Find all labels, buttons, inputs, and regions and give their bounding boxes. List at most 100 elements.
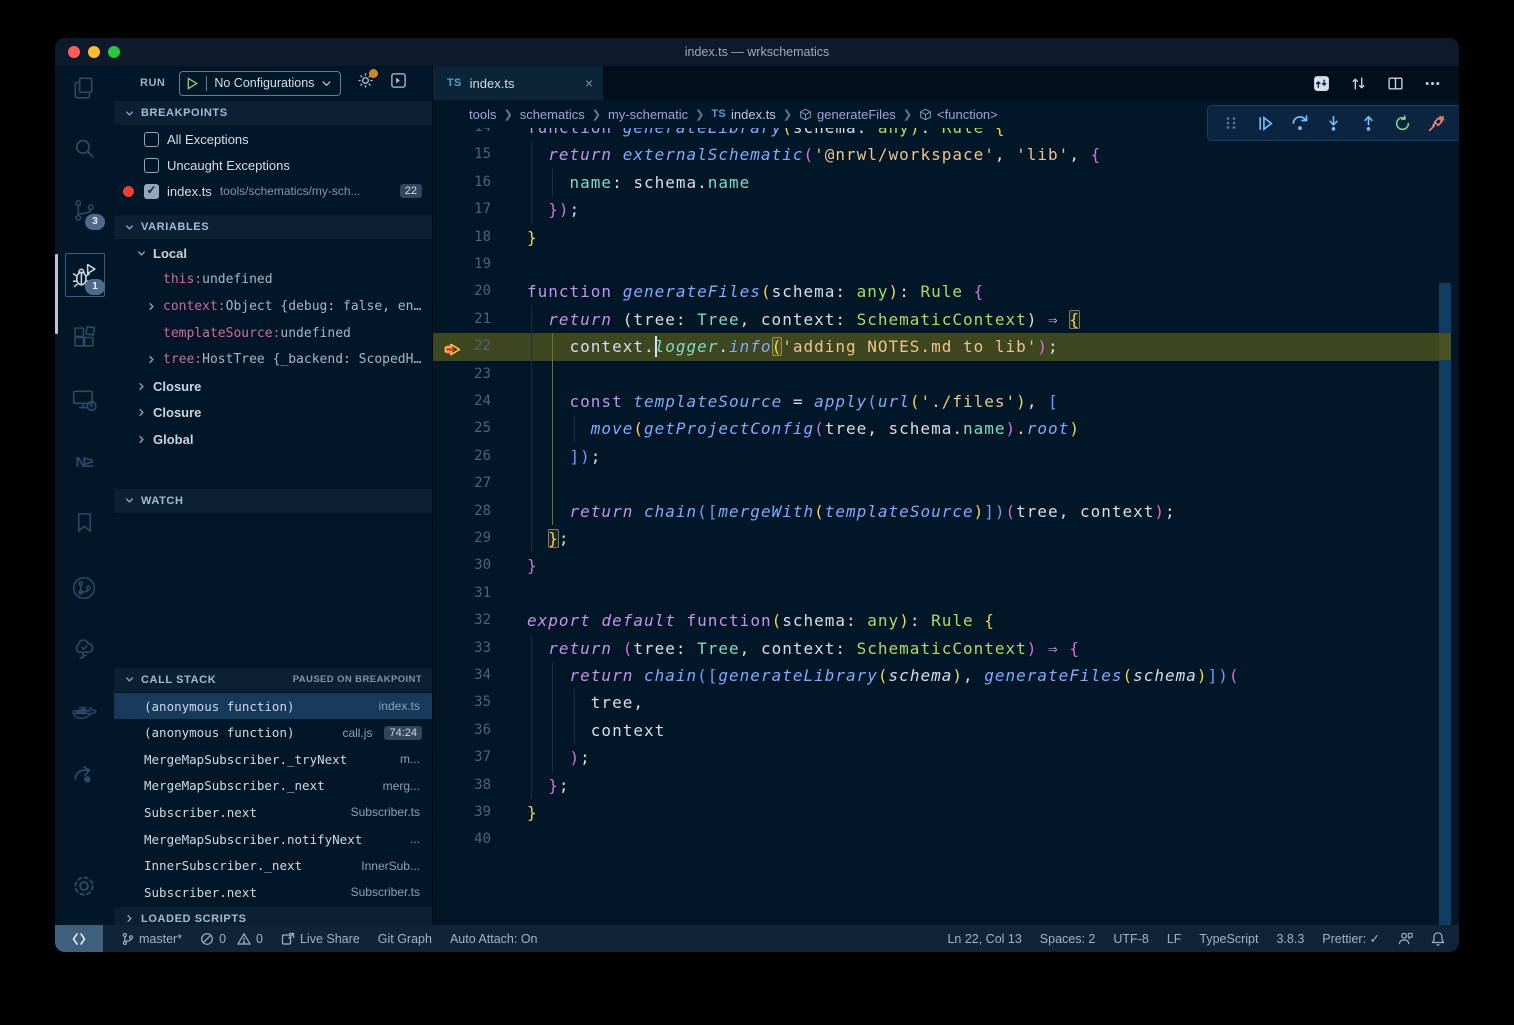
tab-index-ts[interactable]: TS index.ts × — [433, 66, 603, 100]
code-line-24[interactable]: 24 const templateSource = apply(url('./f… — [433, 388, 1439, 415]
call-stack-frame[interactable]: InnerSubscriber._nextInnerSub... — [114, 852, 432, 879]
call-stack-frame[interactable]: MergeMapSubscriber._nextmerg... — [114, 773, 432, 800]
variable-row[interactable]: tree: HostTree {_backend: ScopedH… — [114, 346, 432, 373]
breadcrumb-item[interactable]: generateFiles — [799, 107, 896, 122]
activity-publish[interactable] — [55, 751, 113, 799]
code-line-15[interactable]: 15 return externalSchematic('@nrwl/works… — [433, 141, 1439, 168]
line-number[interactable]: 35 — [433, 689, 491, 716]
breadcrumb-item[interactable]: tools — [469, 107, 496, 122]
breakpoint-checkbox[interactable] — [144, 158, 159, 173]
split-editor-icon[interactable] — [1387, 75, 1404, 92]
editor-scrollbar[interactable] — [1439, 66, 1451, 925]
activity-run-and-debug[interactable]: 1 — [55, 251, 113, 299]
code-line-39[interactable]: 39} — [433, 799, 1439, 826]
code-line-22[interactable]: 22 context.logger.info('adding NOTES.md … — [433, 333, 1439, 360]
code-line-31[interactable]: 31 — [433, 580, 1439, 607]
section-header-variables[interactable]: VARIABLES — [114, 214, 432, 240]
section-header-call-stack[interactable]: CALL STACKPAUSED ON BREAKPOINT — [114, 667, 432, 693]
line-number[interactable]: 29 — [433, 525, 491, 552]
status-cursor-position[interactable]: Ln 22, Col 13 — [947, 932, 1021, 946]
call-stack-frame[interactable]: Subscriber.nextSubscriber.ts — [114, 799, 432, 826]
call-stack-frame[interactable]: MergeMapSubscriber._tryNextm... — [114, 746, 432, 773]
status-auto-attach[interactable]: Auto Attach: On — [450, 932, 538, 946]
disconnect-button[interactable] — [1424, 110, 1450, 136]
activity-test-explorer[interactable] — [55, 624, 113, 672]
status-live-share[interactable]: Live Share — [281, 932, 360, 946]
line-number[interactable]: 15 — [433, 141, 491, 168]
section-header-breakpoints[interactable]: BREAKPOINTS — [114, 100, 432, 126]
chevron-right-icon[interactable] — [136, 381, 147, 392]
step-out-button[interactable] — [1355, 110, 1381, 136]
activity-bookmarks[interactable] — [55, 498, 113, 546]
breadcrumb-item[interactable]: TSindex.ts — [711, 107, 775, 122]
breakpoint-row[interactable]: All Exceptions — [114, 126, 432, 152]
chevron-right-icon[interactable] — [146, 301, 157, 312]
variable-row[interactable]: this: undefined — [114, 267, 432, 294]
activity-settings[interactable] — [55, 862, 113, 910]
breadcrumb-item[interactable]: my-schematic — [608, 107, 688, 122]
minimize-window-button[interactable] — [88, 46, 100, 58]
compare-changes-icon[interactable] — [1350, 75, 1367, 92]
variable-scope-row[interactable]: Global — [114, 426, 432, 453]
code-line-29[interactable]: 29 }; — [433, 525, 1439, 552]
status-notifications[interactable] — [1431, 931, 1445, 946]
chevron-right-icon[interactable] — [146, 354, 157, 365]
status-ts-version[interactable]: 3.8.3 — [1276, 932, 1304, 946]
section-header-watch[interactable]: WATCH — [114, 488, 432, 514]
line-number[interactable]: 31 — [433, 580, 491, 607]
activity-extensions[interactable] — [55, 313, 113, 361]
line-number[interactable]: 30 — [433, 552, 491, 579]
code-line-17[interactable]: 17 }); — [433, 196, 1439, 223]
line-number[interactable]: 22 — [433, 333, 491, 360]
activity-docker[interactable] — [55, 688, 113, 736]
step-over-button[interactable] — [1287, 110, 1313, 136]
breakpoint-row[interactable]: Uncaught Exceptions — [114, 152, 432, 178]
open-changes-icon[interactable] — [1313, 75, 1330, 92]
line-number[interactable]: 20 — [433, 278, 491, 305]
variable-scope-row[interactable]: Closure — [114, 373, 432, 400]
activity-remote-explorer[interactable] — [55, 376, 113, 424]
status-language-mode[interactable]: TypeScript — [1199, 932, 1258, 946]
line-number[interactable]: 33 — [433, 635, 491, 662]
code-line-32[interactable]: 32export default function(schema: any): … — [433, 607, 1439, 634]
start-debug-icon[interactable] — [186, 77, 199, 90]
chevron-down-icon[interactable] — [136, 248, 147, 259]
activity-source-control[interactable]: 3 — [55, 186, 113, 234]
code-line-34[interactable]: 34 return chain([generateLibrary(schema)… — [433, 662, 1439, 689]
variable-row[interactable]: templateSource: undefined — [114, 320, 432, 347]
status-problems[interactable]: 00 — [200, 932, 263, 946]
step-into-button[interactable] — [1321, 110, 1347, 136]
activity-git-graph[interactable] — [55, 564, 113, 612]
status-indentation[interactable]: Spaces: 2 — [1040, 932, 1096, 946]
line-number[interactable]: 39 — [433, 799, 491, 826]
call-stack-frame[interactable]: MergeMapSubscriber.notifyNext... — [114, 826, 432, 853]
code-line-25[interactable]: 25 move(getProjectConfig(tree, schema.na… — [433, 415, 1439, 442]
line-number[interactable]: 17 — [433, 196, 491, 223]
activity-explorer[interactable] — [55, 64, 113, 112]
code-line-28[interactable]: 28 return chain([mergeWith(templateSourc… — [433, 498, 1439, 525]
status-eol[interactable]: LF — [1167, 932, 1182, 946]
tab-close-icon[interactable]: × — [585, 75, 593, 91]
section-header-loaded-scripts[interactable]: LOADED SCRIPTS — [114, 906, 432, 926]
open-debug-console-icon[interactable] — [390, 72, 407, 94]
configure-gear-icon[interactable] — [357, 72, 374, 94]
line-number[interactable]: 25 — [433, 415, 491, 442]
line-number[interactable]: 28 — [433, 498, 491, 525]
code-line-18[interactable]: 18} — [433, 224, 1439, 251]
line-number[interactable]: 34 — [433, 662, 491, 689]
line-number[interactable]: 19 — [433, 251, 491, 278]
line-number[interactable]: 27 — [433, 470, 491, 497]
breakpoint-checkbox[interactable] — [144, 132, 159, 147]
activity-search[interactable] — [55, 124, 113, 172]
more-actions-icon[interactable] — [1424, 75, 1441, 92]
call-stack-frame[interactable]: Subscriber.nextSubscriber.ts — [114, 879, 432, 906]
line-number[interactable]: 40 — [433, 826, 491, 853]
status-git-graph[interactable]: Git Graph — [378, 932, 432, 946]
code-line-35[interactable]: 35 tree, — [433, 689, 1439, 716]
call-stack-frame[interactable]: (anonymous function)call.js74:24 — [114, 719, 432, 746]
line-number[interactable]: 24 — [433, 388, 491, 415]
code-line-19[interactable]: 19 — [433, 251, 1439, 278]
close-window-button[interactable] — [68, 46, 80, 58]
call-stack-frame[interactable]: (anonymous function)index.ts — [114, 693, 432, 720]
line-number[interactable]: 26 — [433, 443, 491, 470]
